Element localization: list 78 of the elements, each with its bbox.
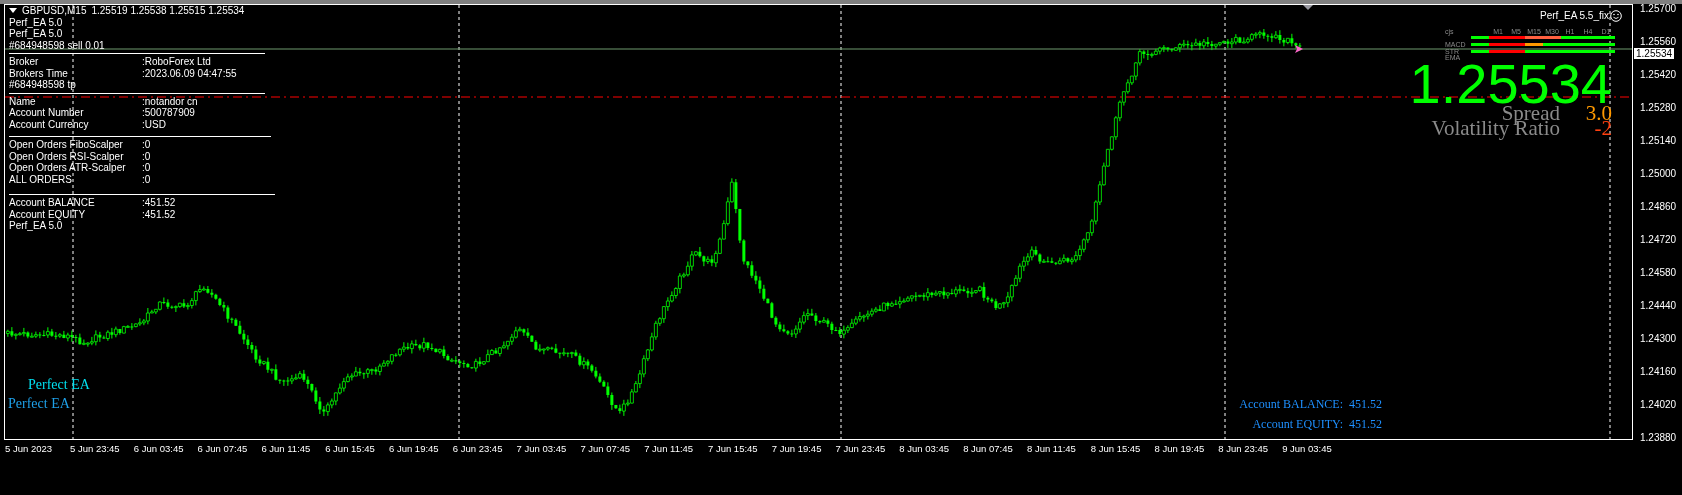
time-label: 7 Jun 11:45	[644, 442, 695, 456]
time-label: 7 Jun 15:45	[707, 442, 759, 456]
time-label: 7 Jun 23:45	[835, 442, 887, 456]
account-value: 451.52	[1349, 417, 1382, 432]
dropdown-icon[interactable]	[9, 8, 17, 14]
info-value: :0	[142, 173, 152, 185]
info-label: Open Orders FiboScalper	[9, 139, 124, 151]
info-value: :500787909	[142, 107, 196, 119]
price-label: 1.24160	[1640, 366, 1677, 377]
info-label: Name	[9, 95, 37, 107]
time-label: 5 Jun 2023	[5, 442, 53, 456]
ea-label: Perf_EA 5.0	[9, 220, 64, 232]
ea-label: Perf_EA 5.0	[9, 28, 64, 40]
take-profit-label: #684948598 tp	[9, 79, 77, 91]
time-label: 7 Jun 19:45	[771, 442, 823, 456]
time-label: 8 Jun 11:45	[1026, 442, 1077, 456]
price-label: 1.25560	[1640, 36, 1677, 47]
time-label: 7 Jun 03:45	[516, 442, 568, 456]
info-value: :0	[142, 162, 152, 174]
time-label: 5 Jun 23:45	[70, 442, 121, 456]
time-label: 6 Jun 11:45	[261, 442, 312, 456]
info-label: Account Number	[9, 107, 85, 119]
volatility-value: -2	[1594, 121, 1612, 136]
price-label: 1.25000	[1640, 168, 1677, 179]
time-label: 8 Jun 15:45	[1090, 442, 1142, 456]
time-label: 6 Jun 15:45	[325, 442, 376, 456]
time-label: 8 Jun 19:45	[1154, 442, 1206, 456]
time-label: 9 Jun 03:45	[1282, 442, 1333, 456]
info-label: Account EQUITY	[9, 208, 87, 220]
price-label: 1.24720	[1640, 234, 1677, 245]
price-label: 1.24020	[1640, 399, 1677, 410]
triangle-icon[interactable]	[1303, 5, 1313, 10]
info-label: Brokers Time	[9, 67, 69, 79]
price-label: 1.24580	[1640, 267, 1677, 278]
info-label: ALL ORDERS	[9, 173, 73, 185]
time-label: 7 Jun 07:45	[580, 442, 632, 456]
account-label: Account BALANCE:	[1239, 397, 1343, 412]
arrow-marker-icon	[1295, 45, 1303, 53]
info-value: :451.52	[142, 208, 177, 220]
info-value: :RoboForex Ltd	[142, 56, 212, 68]
time-label: 8 Jun 23:45	[1218, 442, 1269, 456]
current-price-label: 1.25534	[1634, 48, 1675, 59]
chart-title: GBPUSD,M15	[22, 5, 87, 17]
spread-value: 3.0	[1585, 106, 1612, 121]
price-label: 1.25420	[1640, 69, 1677, 80]
price-label: 1.24440	[1640, 300, 1677, 311]
info-label: Account BALANCE	[9, 197, 96, 209]
info-value: :0	[142, 150, 152, 162]
bid-price: 1.25534	[1409, 63, 1612, 105]
order-label: #684948598 sell 0.01	[9, 39, 106, 51]
price-label: 1.25700	[1640, 3, 1677, 14]
info-value: :0	[142, 139, 152, 151]
time-label: 6 Jun 03:45	[133, 442, 185, 456]
price-quotes: 1.25519 1.25538 1.25515 1.25534	[91, 5, 245, 17]
time-label: 6 Jun 19:45	[389, 442, 440, 456]
info-value: :notandor cn	[142, 95, 199, 107]
info-label: Open Orders ATR-Scalper	[9, 162, 127, 174]
info-label: Open Orders RSI-Scalper	[9, 150, 125, 162]
ea-brand-label: Perfect EA	[8, 395, 70, 413]
price-label: 1.24300	[1640, 333, 1677, 344]
time-label: 8 Jun 07:45	[963, 442, 1014, 456]
ea-title: Perf_EA 5.5_fix	[1540, 9, 1609, 23]
account-value: 451.52	[1349, 397, 1382, 412]
time-label: 8 Jun 03:45	[899, 442, 950, 456]
info-value: :451.52	[142, 197, 177, 209]
info-label: Account Currency	[9, 118, 90, 130]
ea-label: Perf_EA 5.0	[9, 16, 64, 28]
info-value: :2023.06.09 04:47:55	[142, 67, 238, 79]
info-label: Broker	[9, 56, 40, 68]
price-label: 1.25140	[1640, 135, 1677, 146]
price-label: 1.25280	[1640, 102, 1677, 113]
price-label: 1.24860	[1640, 201, 1677, 212]
account-label: Account EQUITY:	[1251, 417, 1343, 432]
time-label: 6 Jun 07:45	[197, 442, 249, 456]
ea-brand-label: Perfect EA	[28, 376, 90, 394]
info-value: :USD	[142, 118, 167, 130]
time-label: 6 Jun 23:45	[452, 442, 504, 456]
price-label: 1.23880	[1640, 432, 1677, 443]
